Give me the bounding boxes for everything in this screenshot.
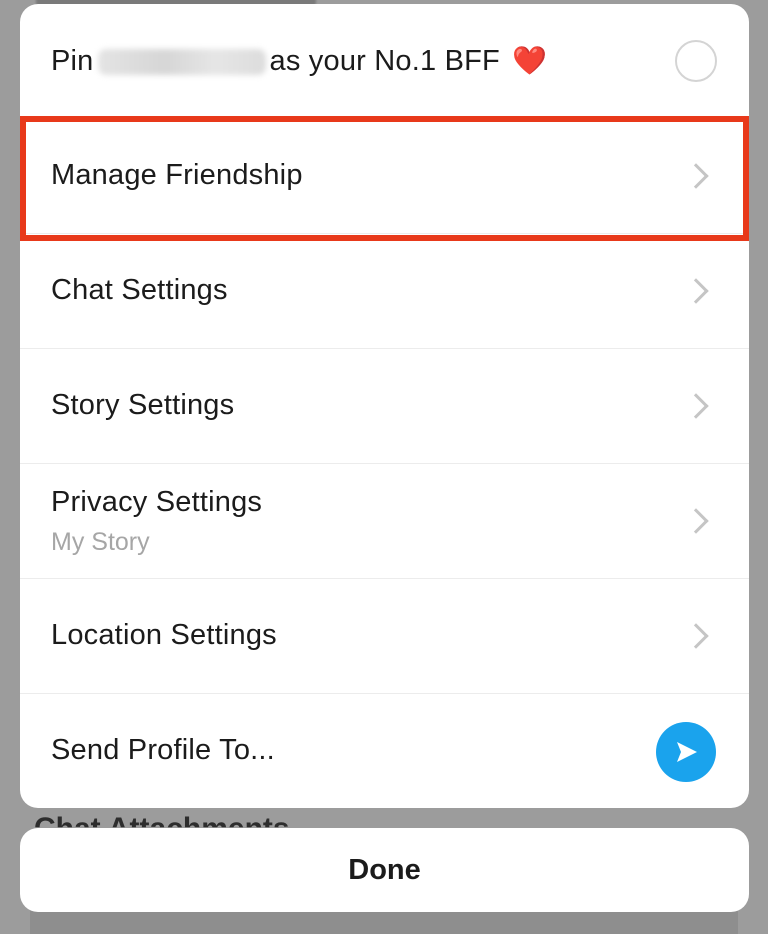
menu-item-send-profile[interactable]: Send Profile To... [20, 694, 749, 808]
action-sheet: Pin as your No.1 BFF ❤️ Manage Friendship… [20, 4, 749, 808]
chevron-right-icon [683, 278, 709, 304]
menu-item-story-settings[interactable]: Story Settings [20, 349, 749, 464]
pin-suffix: as your No.1 BFF [269, 45, 500, 77]
menu-item-label: Send Profile To... [51, 734, 275, 766]
radio-circle-icon[interactable] [675, 40, 717, 82]
chevron-right-icon [683, 508, 709, 534]
menu-item-label: Chat Settings [51, 274, 228, 306]
pin-bff-label: Pin as your No.1 BFF ❤️ [51, 44, 547, 78]
send-arrow-icon[interactable] [656, 721, 716, 782]
chevron-right-icon [683, 623, 709, 649]
menu-item-label: Story Settings [51, 389, 235, 421]
pin-prefix: Pin [51, 45, 94, 77]
menu-item-location-settings[interactable]: Location Settings [20, 579, 749, 694]
menu-item-manage-friendship[interactable]: Manage Friendship [20, 119, 749, 234]
menu-item-label: Manage Friendship [51, 159, 303, 191]
chevron-right-icon [683, 393, 709, 419]
pin-bff-row[interactable]: Pin as your No.1 BFF ❤️ [20, 4, 749, 119]
blurred-username [97, 49, 266, 76]
menu-item-label: Privacy Settings [51, 486, 263, 518]
menu-item-sublabel: My Story [51, 528, 150, 556]
menu-item-privacy-settings[interactable]: Privacy Settings My Story [20, 464, 749, 579]
menu-item-chat-settings[interactable]: Chat Settings [20, 234, 749, 349]
done-button[interactable]: Done [20, 828, 749, 912]
chevron-right-icon [683, 163, 709, 189]
menu-item-label: Location Settings [51, 619, 277, 651]
heart-icon: ❤️ [512, 45, 548, 76]
